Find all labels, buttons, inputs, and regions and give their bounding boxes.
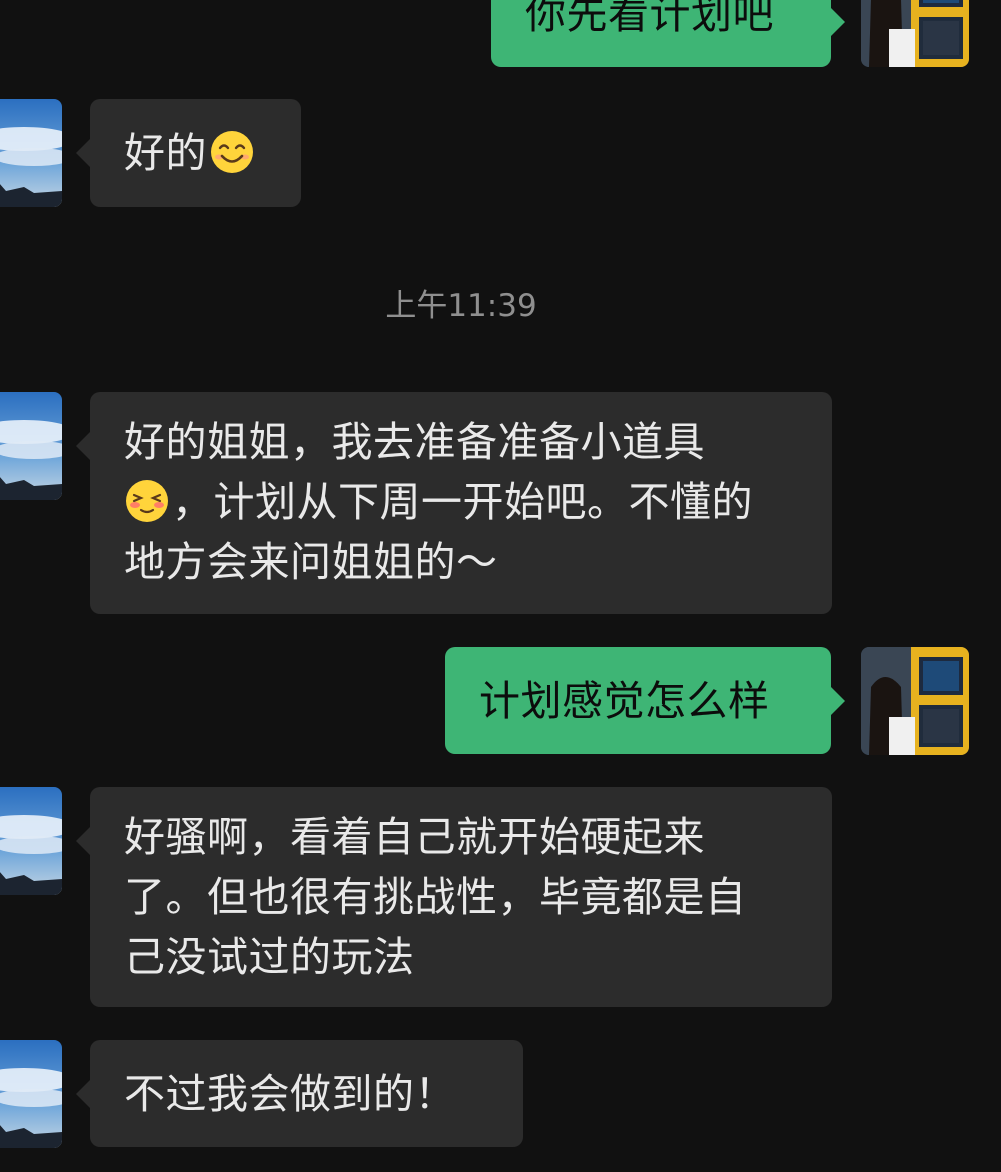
message-line: 好骚啊，看着自己就开始硬起来 bbox=[124, 813, 705, 861]
message-text: ，计划从下周一开始吧。不懂的 bbox=[172, 478, 753, 526]
incoming-message-bubble[interactable]: 好骚啊，看着自己就开始硬起来 了。但也很有挑战性，毕竟都是自 己没试过的玩法 bbox=[76, 787, 832, 1007]
message-line: ，计划从下周一开始吧。不懂的 bbox=[124, 472, 798, 532]
my-avatar[interactable] bbox=[861, 647, 969, 755]
message-line: 己没试过的玩法 bbox=[124, 933, 415, 981]
message-line: 了。但也很有挑战性，毕竟都是自 bbox=[124, 873, 747, 921]
message-text: 好的 bbox=[124, 129, 207, 177]
outgoing-message-bubble[interactable]: 计划感觉怎么样 bbox=[445, 647, 845, 754]
sky-avatar-icon bbox=[0, 392, 62, 500]
girl-photo-avatar-icon bbox=[861, 0, 969, 67]
outgoing-message-bubble[interactable]: 你先看计划吧 bbox=[491, 0, 845, 67]
girl-photo-avatar-icon bbox=[861, 647, 969, 755]
message-line: 地方会来问姐姐的～ bbox=[124, 538, 498, 586]
sky-avatar-icon bbox=[0, 99, 62, 207]
incoming-message-bubble[interactable]: 好的 bbox=[76, 99, 301, 207]
sky-avatar-icon bbox=[0, 1040, 62, 1148]
smiling-face-emoji-icon bbox=[209, 129, 255, 175]
incoming-message-bubble[interactable]: 不过我会做到的！ bbox=[76, 1040, 523, 1147]
message-timestamp: 上午11:39 bbox=[385, 288, 537, 324]
incoming-message-bubble[interactable]: 好的姐姐，我去准备准备小道具 ，计划从下周一开始吧。不懂的 地方会来问姐姐的～ bbox=[76, 392, 832, 614]
message-text: 计划感觉怎么样 bbox=[479, 677, 770, 725]
message-text: 你先看计划吧 bbox=[525, 0, 774, 38]
contact-avatar[interactable] bbox=[0, 1040, 62, 1148]
message-text: 不过我会做到的！ bbox=[124, 1070, 456, 1118]
chat-view: 你先看计划吧 好的 上午11:39 好的姐姐，我去准备准备小道具 ，计划从下周一… bbox=[0, 0, 1001, 1172]
contact-avatar[interactable] bbox=[0, 787, 62, 895]
message-line: 好的姐姐，我去准备准备小道具 bbox=[124, 418, 705, 466]
blushing-face-emoji-icon bbox=[124, 478, 170, 524]
contact-avatar[interactable] bbox=[0, 99, 62, 207]
sky-avatar-icon bbox=[0, 787, 62, 895]
contact-avatar[interactable] bbox=[0, 392, 62, 500]
my-avatar[interactable] bbox=[861, 0, 969, 67]
